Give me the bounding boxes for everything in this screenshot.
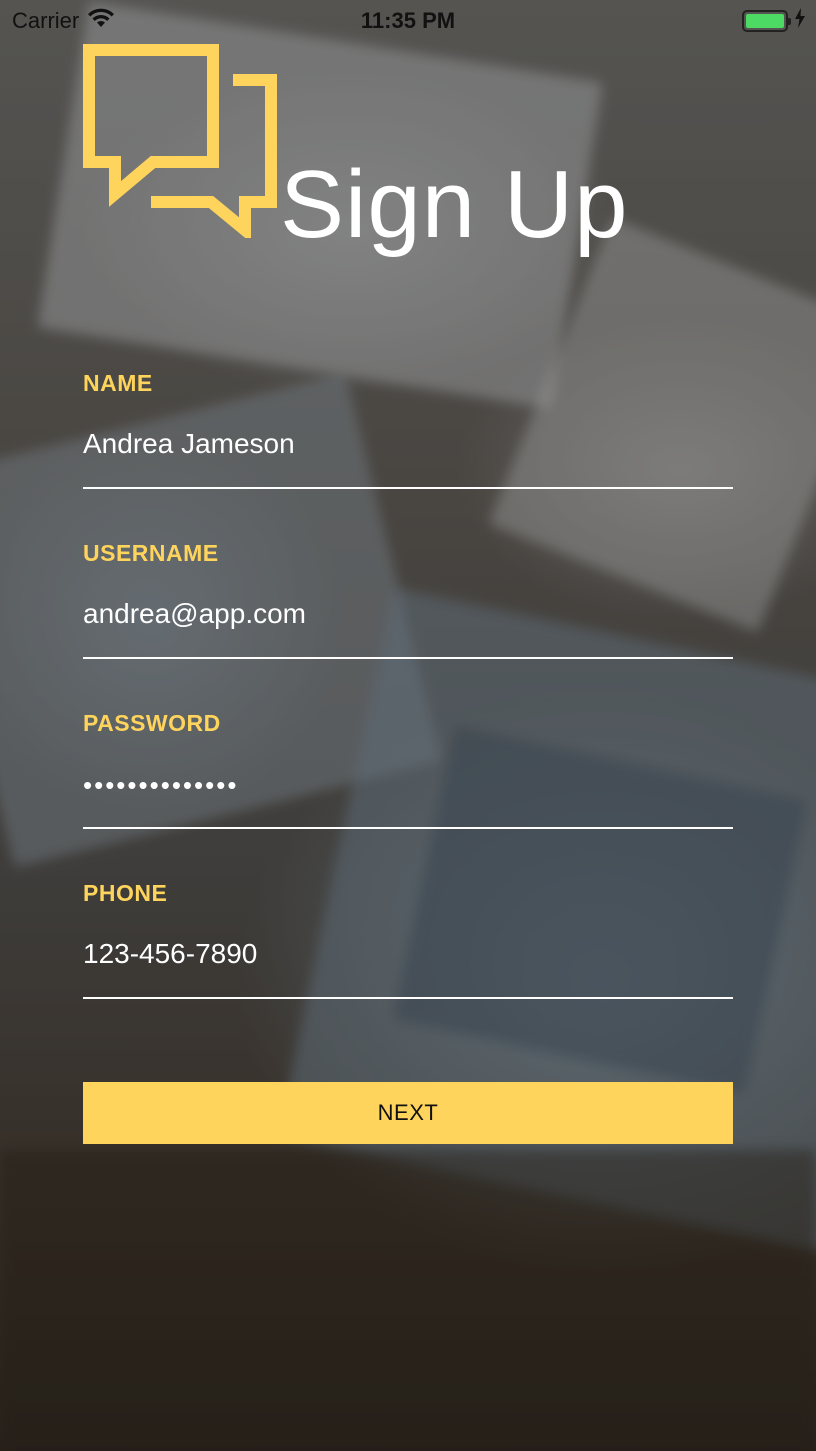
password-underline: [83, 827, 733, 829]
username-underline: [83, 657, 733, 659]
password-label: PASSWORD: [83, 710, 221, 736]
charging-bolt-icon: [794, 8, 806, 34]
status-time: 11:35 PM: [360, 8, 456, 33]
battery-level: [746, 14, 784, 28]
phone-input[interactable]: 123-456-7890: [83, 938, 257, 970]
status-right: [742, 8, 806, 34]
battery-icon: [742, 10, 791, 32]
name-underline: [83, 487, 733, 489]
signup-form: NAME Andrea Jameson USERNAME andrea@app.…: [83, 370, 733, 1050]
password-field-group: PASSWORD ••••••••••••••: [83, 710, 733, 880]
signup-screen: Carrier 11:35 PM Sign Up NAME Andrea Jam…: [0, 0, 816, 1451]
chat-bubbles-icon: [83, 44, 279, 243]
name-input[interactable]: Andrea Jameson: [83, 428, 295, 460]
password-input[interactable]: ••••••••••••••: [83, 770, 238, 801]
status-bar: Carrier 11:35 PM: [0, 0, 816, 40]
username-field-group: USERNAME andrea@app.com: [83, 540, 733, 710]
phone-underline: [83, 997, 733, 999]
username-label: USERNAME: [83, 540, 219, 566]
phone-field-group: PHONE 123-456-7890: [83, 880, 733, 1050]
page-title: Sign Up: [280, 151, 629, 258]
name-field-group: NAME Andrea Jameson: [83, 370, 733, 540]
name-label: NAME: [83, 370, 153, 396]
next-button[interactable]: NEXT: [83, 1082, 733, 1144]
phone-label: PHONE: [83, 880, 168, 906]
username-input[interactable]: andrea@app.com: [83, 598, 306, 630]
